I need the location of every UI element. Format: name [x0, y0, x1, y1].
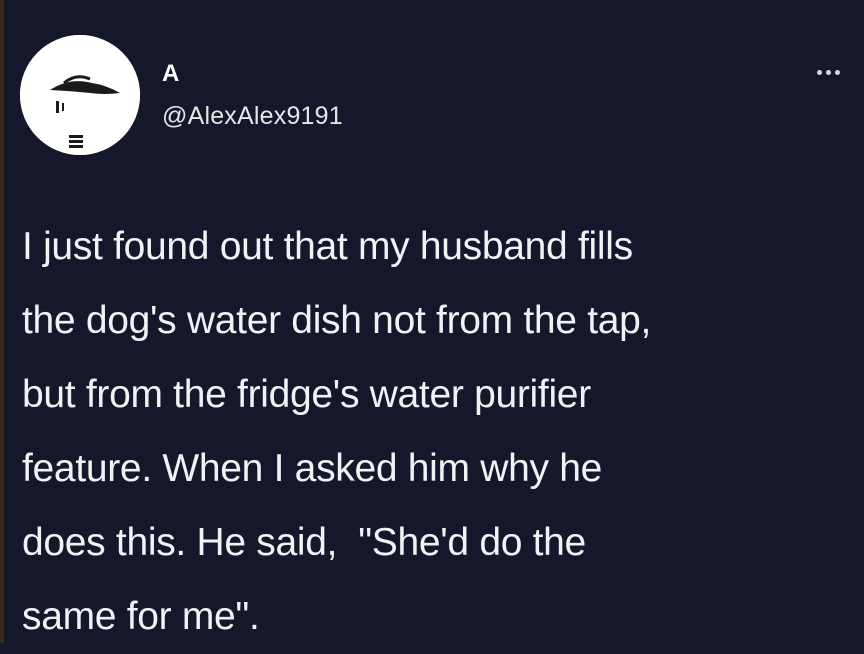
tweet-text-line: feature. When I asked him why he [22, 447, 603, 490]
more-options-icon-dot [834, 69, 840, 75]
more-options-button[interactable] [808, 62, 848, 82]
more-options-icon-dot [825, 69, 831, 75]
tweet-text-line: I just found out that my husband fills [22, 225, 633, 268]
display-name[interactable]: A [162, 60, 179, 88]
user-handle[interactable]: @AlexAlex9191 [162, 101, 343, 131]
avatar[interactable] [20, 35, 140, 155]
more-options-icon [816, 69, 822, 75]
tweet-card: A @AlexAlex9191 I just found out that my… [0, 0, 864, 643]
tweet-text-line: the dog's water dish not from the tap, [22, 299, 652, 342]
tweet-text-line: but from the fridge's water purifier [22, 373, 591, 416]
tweet-text-line: does this. He said, "She'd do the [22, 521, 586, 564]
tweet-text: I just found out that my husband fills t… [22, 210, 852, 654]
avatar-icon [20, 35, 140, 155]
